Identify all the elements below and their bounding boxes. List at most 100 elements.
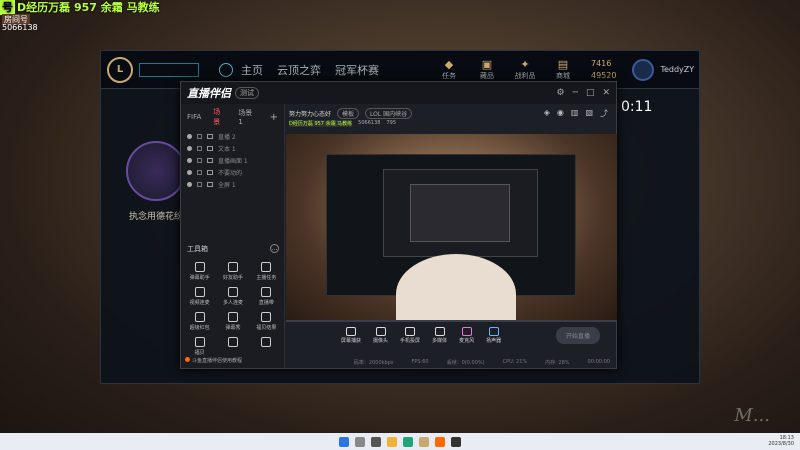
media-button[interactable]: 多媒体 xyxy=(432,326,447,344)
go-live-button[interactable]: 开始直播 xyxy=(555,326,600,344)
nav-clash[interactable]: 冠军杯赛 xyxy=(335,62,379,78)
add-scene-button[interactable]: + xyxy=(270,112,278,123)
lol-icon[interactable] xyxy=(419,436,429,447)
douyu-icon[interactable] xyxy=(435,436,445,447)
lock-icon xyxy=(197,181,202,187)
status-bitrate: 码率：2000kbps xyxy=(353,359,394,366)
room-fans: 795 xyxy=(386,120,396,126)
system-tray[interactable]: 18:13 2023/8/30 xyxy=(768,435,794,447)
lock-icon xyxy=(197,133,202,139)
list-item[interactable]: 不要动的 xyxy=(187,166,284,178)
missions-button[interactable]: ◆ 任务 xyxy=(435,58,463,81)
missions-icon: ◆ xyxy=(444,58,454,71)
status-drop: 丢帧：0(0.00%) xyxy=(446,359,485,366)
tool-stream[interactable]: 直播带 xyxy=(250,287,283,306)
tool-multi-link[interactable]: 多人连麦 xyxy=(216,287,249,306)
taskview-icon[interactable] xyxy=(371,436,381,447)
scene-list: 直播 2 文本 1 直播画面 1 不要动的 全屏 1 xyxy=(181,130,284,190)
blue-essence: 7416 xyxy=(591,58,612,68)
tutorial-notice[interactable]: 斗鱼直播伴侣使用教程 xyxy=(185,357,242,364)
tab-scene[interactable]: 场景 xyxy=(213,107,226,127)
phone-cast-button[interactable]: 手机投屏 xyxy=(400,326,420,344)
redpack-icon xyxy=(194,312,205,322)
avatar[interactable] xyxy=(632,58,655,81)
bag-icon[interactable]: ▥ xyxy=(571,108,579,119)
app-version-badge: 测试 xyxy=(235,87,259,99)
tool-fubei[interactable]: 福贝 xyxy=(183,337,216,356)
status-time: 00:00:00 xyxy=(587,359,610,365)
tool-danmu[interactable]: 弹幕助手 xyxy=(183,262,216,281)
chat-icon[interactable]: ▧ xyxy=(585,108,593,119)
store-button[interactable]: ▤ 商城 xyxy=(549,58,577,81)
eye-icon xyxy=(187,133,192,139)
lol-clock: 0:11 xyxy=(621,99,653,115)
lol-icon-bar: ◆ 任务 ▣ 藏品 ✦ 战利品 ▤ 商城 xyxy=(435,58,577,81)
search-icon[interactable] xyxy=(355,436,365,447)
folder-icon[interactable] xyxy=(387,436,397,447)
tool-friends[interactable]: 好友助手 xyxy=(216,262,249,281)
lol-logo-icon[interactable]: L xyxy=(107,56,133,83)
stream-app-icon[interactable] xyxy=(451,436,461,447)
share-icon[interactable]: ⤴ xyxy=(600,108,608,119)
tool-extra-2[interactable] xyxy=(250,337,283,356)
microphone-button[interactable]: 麦克风 xyxy=(459,326,474,344)
tool-tasks[interactable]: 主播任务 xyxy=(250,262,283,281)
minimize-icon[interactable]: ─ xyxy=(573,88,578,98)
settings-icon[interactable]: ⚙ xyxy=(556,88,564,98)
tab-fifa[interactable]: FIFA xyxy=(187,113,201,121)
category-pill[interactable]: LOL 国内峡谷 xyxy=(365,107,413,119)
source-toolbar: 屏幕捕获 摄像头 手机投屏 多媒体 麦克风 扬声器 开始直播 xyxy=(285,324,616,346)
rank-crest-icon xyxy=(126,141,186,201)
stream-overlay-title: 号 D经历万磊 957 余霜 马教练 xyxy=(0,0,160,15)
speaker-button[interactable]: 扬声器 xyxy=(486,326,501,344)
phone-icon xyxy=(405,326,416,336)
scene-panel: FIFA 场景 场景 1 + 直播 2 文本 1 直播画面 1 不要动的 全屏 … xyxy=(181,104,285,368)
template-pill[interactable]: 模板 xyxy=(337,107,360,119)
app-title-bar: 直播伴侣 测试 ⚙ ─ □ ✕ xyxy=(181,82,616,104)
lock-icon xyxy=(197,169,202,175)
download-icon xyxy=(227,287,238,297)
stream-icon xyxy=(261,287,272,297)
tool-result[interactable]: 福贝结果 xyxy=(250,312,283,331)
stream-preview[interactable] xyxy=(286,134,617,320)
stream-companion-window: 直播伴侣 测试 ⚙ ─ □ ✕ FIFA 场景 场景 1 + 直播 2 文本 1… xyxy=(180,81,617,369)
tool-danmu-show[interactable]: 弹幕秀 xyxy=(216,312,249,331)
nested-preview-2 xyxy=(383,169,538,257)
chat-icon xyxy=(194,262,205,272)
tasks-icon xyxy=(261,262,272,272)
start-icon[interactable] xyxy=(339,436,349,447)
status-bar: 码率：2000kbps FPS:60 丢帧：0(0.00%) CPU: 21% … xyxy=(285,356,616,368)
status-mem: 内存: 28% xyxy=(545,359,570,366)
tool-redpack[interactable]: 超级红包 xyxy=(183,312,216,331)
overlay-tag: 号 xyxy=(0,0,15,15)
tool-extra-1[interactable] xyxy=(216,337,249,356)
tab-scene-1[interactable]: 场景 1 xyxy=(238,108,257,126)
gift-icon[interactable]: ◈ xyxy=(544,108,550,119)
media-icon xyxy=(434,326,445,336)
riot-points: 49520 xyxy=(591,70,617,80)
collection-button[interactable]: ▣ 藏品 xyxy=(473,58,501,81)
list-item[interactable]: 直播 2 xyxy=(187,130,284,142)
nav-tft[interactable]: 云顶之弈 xyxy=(277,62,321,78)
microphone-icon xyxy=(461,326,472,336)
camera-button[interactable]: 摄像头 xyxy=(373,326,388,344)
loot-button[interactable]: ✦ 战利品 xyxy=(511,58,539,81)
browser-icon[interactable] xyxy=(403,436,413,447)
clock-date: 2023/8/30 xyxy=(768,441,794,447)
friends-icon xyxy=(227,262,238,272)
maximize-icon[interactable]: □ xyxy=(586,88,595,98)
play-button[interactable] xyxy=(139,62,199,77)
eye-icon xyxy=(187,157,192,163)
screen-capture-button[interactable]: 屏幕捕获 xyxy=(341,326,361,344)
list-item[interactable]: 文本 1 xyxy=(187,142,284,154)
shield-icon[interactable] xyxy=(219,62,233,77)
more-icon[interactable]: … xyxy=(270,244,279,253)
video-icon xyxy=(194,287,205,297)
lock-icon[interactable]: ◉ xyxy=(557,108,564,119)
nav-home[interactable]: 主页 xyxy=(241,62,263,78)
room-title[interactable]: 努力努力心态好 xyxy=(289,109,331,118)
list-item[interactable]: 全屏 1 xyxy=(187,178,284,190)
close-icon[interactable]: ✕ xyxy=(602,88,610,98)
list-item[interactable]: 直播画面 1 xyxy=(187,154,284,166)
tool-video-link[interactable]: 视频连麦 xyxy=(183,287,216,306)
